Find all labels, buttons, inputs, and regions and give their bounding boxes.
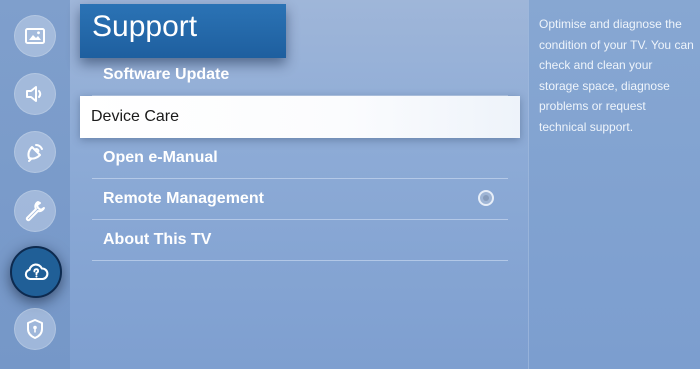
menu-item-label: Remote Management [103,190,264,207]
menu-item-label: Device Care [91,108,180,125]
menu-item-open-e-manual[interactable]: Open e-Manual [92,138,508,179]
picture-icon [25,28,45,44]
menu-item-device-care[interactable]: Device Care [80,96,520,138]
remote-management-toggle[interactable] [478,190,494,206]
general-menu-button[interactable] [14,190,56,232]
description-text: Optimise and diagnose the condition of y… [539,17,694,134]
support-menu-button[interactable] [10,246,62,298]
menu-item-label: Software Update [103,66,230,83]
menu-item-remote-management[interactable]: Remote Management [92,179,508,220]
picture-menu-button[interactable] [14,15,56,57]
general-tools-icon [25,201,45,222]
menu-item-label: Open e-Manual [103,149,218,166]
privacy-menu-button[interactable] [14,308,56,350]
settings-icon-rail [0,0,70,369]
support-cloud-icon [24,263,49,281]
menu-item-about-this-tv[interactable]: About This TV [92,220,508,261]
broadcasting-menu-button[interactable] [14,131,56,173]
description-panel: Optimise and diagnose the condition of y… [528,0,700,369]
privacy-shield-icon [27,319,43,339]
page-title: Support [80,4,286,58]
broadcasting-icon [27,144,43,162]
menu-item-software-update[interactable]: Software Update [92,55,508,96]
sound-icon [26,86,42,102]
sound-menu-button[interactable] [14,73,56,115]
menu-item-label: About This TV [103,231,212,248]
